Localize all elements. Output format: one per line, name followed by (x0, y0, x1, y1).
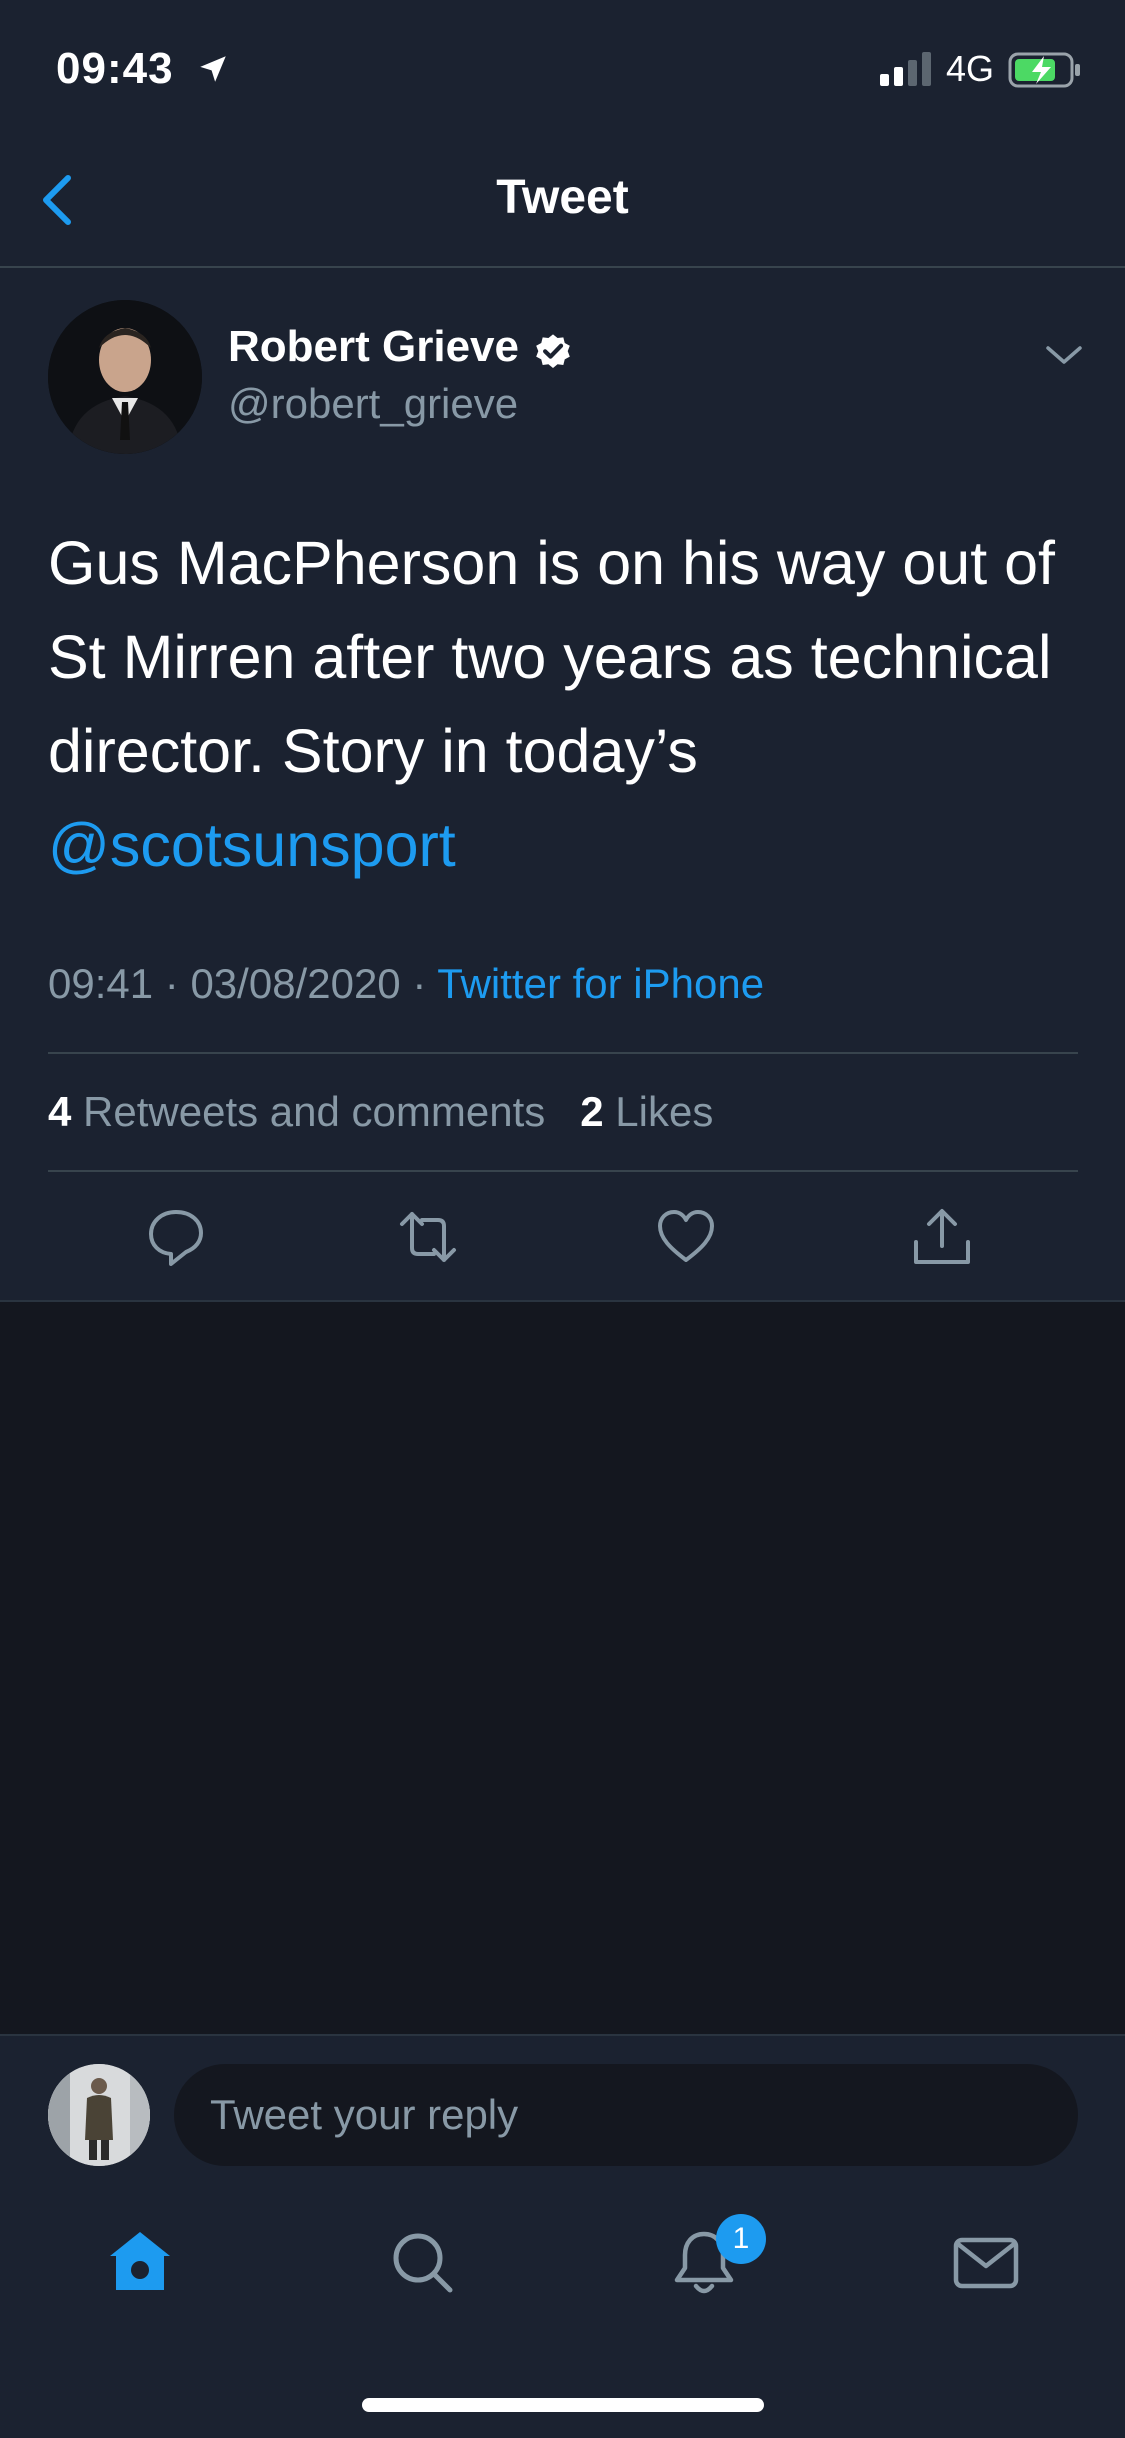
tweet-time: 09:41 (48, 960, 154, 1007)
likes-label: Likes (615, 1088, 714, 1135)
mail-icon[interactable] (950, 2226, 1022, 2298)
verified-badge-icon (536, 334, 570, 368)
author-avatar[interactable] (48, 300, 202, 454)
retweets-label: Retweets and comments (83, 1088, 546, 1135)
tweet-stats: 4 Retweets and comments 2 Likes (48, 1088, 713, 1136)
tweet-source-link[interactable]: Twitter for iPhone (437, 960, 764, 1007)
meta-separator: · (412, 960, 427, 1007)
retweets-count: 4 (48, 1088, 72, 1135)
user-avatar[interactable] (48, 2064, 150, 2166)
chevron-down-icon[interactable] (1042, 340, 1086, 370)
tweet-text: Gus MacPherson is on his way out of St M… (48, 516, 1088, 892)
divider (0, 1300, 1125, 1302)
status-time: 09:43 (56, 44, 174, 93)
search-icon[interactable] (386, 2226, 458, 2298)
author-photo (48, 300, 202, 454)
author-name[interactable]: Robert Grieve (228, 322, 519, 372)
divider (48, 1170, 1078, 1172)
navigation-bar: Tweet (0, 140, 1125, 268)
likes-count: 2 (580, 1088, 604, 1135)
mention-link[interactable]: @scotsunsport (48, 798, 1088, 892)
meta-separator: · (164, 960, 179, 1007)
like-icon[interactable] (656, 1206, 716, 1268)
retweets-stat[interactable]: 4 Retweets and comments (48, 1088, 545, 1135)
divider (48, 1052, 1078, 1054)
likes-stat[interactable]: 2 Likes (580, 1088, 713, 1135)
battery-charging-icon (1008, 52, 1080, 88)
tweet-date: 03/08/2020 (190, 960, 401, 1007)
status-bar: 09:43 4G (0, 0, 1125, 140)
author-handle[interactable]: @robert_grieve (228, 380, 518, 428)
share-icon[interactable] (912, 1206, 972, 1268)
retweet-icon[interactable] (398, 1206, 458, 1268)
tweet-meta: 09:41 · 03/08/2020 · Twitter for iPhone (48, 960, 764, 1008)
network-type: 4G (946, 48, 995, 89)
location-arrow-icon (200, 56, 226, 82)
user-photo (48, 2064, 150, 2166)
page-title: Tweet (496, 171, 629, 224)
notifications-badge: 1 (716, 2214, 766, 2264)
home-icon[interactable] (104, 2226, 176, 2298)
tweet-body: Gus MacPherson is on his way out of St M… (48, 529, 1055, 785)
reply-icon[interactable] (146, 1206, 206, 1268)
reply-input[interactable] (174, 2064, 1078, 2166)
bottom-bar: 1 (0, 2034, 1125, 2438)
signal-icon (880, 52, 931, 86)
home-indicator[interactable] (362, 2398, 764, 2412)
